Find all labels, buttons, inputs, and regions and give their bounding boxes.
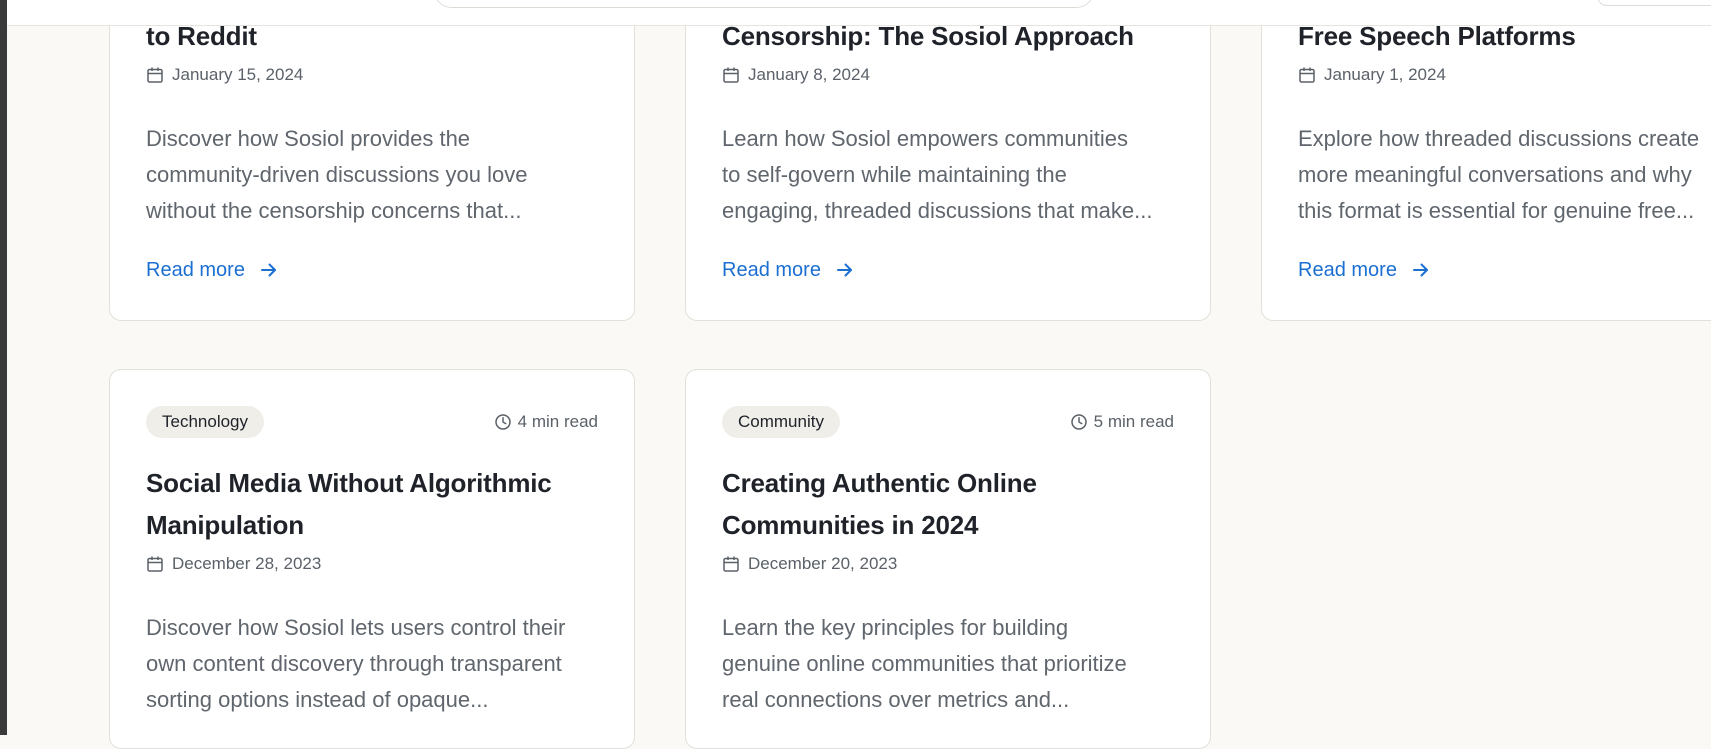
read-more-label[interactable]: Read more xyxy=(1298,259,1397,282)
post-title-line[interactable]: Social Media Without Algorithmic xyxy=(146,462,604,504)
post-date-text: January 1, 2024 xyxy=(1324,65,1446,84)
post-meta: Technology 4 min read xyxy=(146,406,598,438)
arrow-right-icon[interactable] xyxy=(259,260,279,280)
blog-post-card[interactable]: Censorship: The Sosiol Approach January … xyxy=(685,0,1211,321)
excerpt-line: without the censorship concerns that... xyxy=(146,198,522,223)
post-date: December 20, 2023 xyxy=(722,552,897,576)
read-more-label[interactable]: Read more xyxy=(146,259,245,282)
post-title-line[interactable]: Manipulation xyxy=(146,504,604,546)
read-more-link[interactable]: Read more xyxy=(146,255,279,285)
read-more-link[interactable]: Read more xyxy=(722,255,855,285)
post-excerpt: Discover how Sosiol lets users control t… xyxy=(146,610,608,718)
read-time: 4 min read xyxy=(494,406,598,438)
blog-post-card[interactable]: to Reddit January 15, 2024 Discover how … xyxy=(109,0,635,321)
post-meta: Community 5 min read xyxy=(722,406,1174,438)
sticky-header xyxy=(7,0,1711,26)
clock-icon xyxy=(1070,413,1088,431)
post-title-line[interactable]: Communities in 2024 xyxy=(722,504,1180,546)
read-more-link[interactable]: Read more xyxy=(1298,255,1431,285)
excerpt-line: real connections over metrics and... xyxy=(722,687,1070,712)
calendar-icon xyxy=(146,66,164,84)
excerpt-line: community-driven discussions you love xyxy=(146,162,528,187)
post-title-line[interactable]: Creating Authentic Online xyxy=(722,462,1180,504)
read-more-label[interactable]: Read more xyxy=(722,259,821,282)
excerpt-line: engaging, threaded discussions that make… xyxy=(722,198,1153,223)
excerpt-line: Learn how Sosiol empowers communities xyxy=(722,126,1128,151)
search-bar[interactable] xyxy=(433,0,1095,8)
post-date: January 8, 2024 xyxy=(722,63,870,87)
excerpt-line: this format is essential for genuine fre… xyxy=(1298,198,1695,223)
blog-post-card[interactable]: Technology 4 min read Social Media Witho… xyxy=(109,369,635,749)
post-date: January 15, 2024 xyxy=(146,63,303,87)
post-date-text: January 8, 2024 xyxy=(748,65,870,84)
post-excerpt: Learn the key principles for building ge… xyxy=(722,610,1184,718)
read-time-text: 4 min read xyxy=(517,412,598,431)
header-action-button[interactable] xyxy=(1597,0,1711,6)
calendar-icon xyxy=(722,555,740,573)
arrow-right-icon[interactable] xyxy=(1411,260,1431,280)
calendar-icon xyxy=(146,555,164,573)
post-date-text: January 15, 2024 xyxy=(172,65,304,84)
excerpt-line: Discover how Sosiol lets users control t… xyxy=(146,615,566,640)
blog-post-card[interactable]: Community 5 min read Creating Authentic … xyxy=(685,369,1211,749)
read-time-text: 5 min read xyxy=(1093,412,1174,431)
post-date-text: December 20, 2023 xyxy=(748,554,898,573)
arrow-right-icon[interactable] xyxy=(835,260,855,280)
window-left-edge xyxy=(0,0,7,735)
excerpt-line: own content discovery through transparen… xyxy=(146,651,562,676)
post-title[interactable]: Social Media Without Algorithmic Manipul… xyxy=(146,462,604,546)
excerpt-line: Learn the key principles for building xyxy=(722,615,1069,640)
excerpt-line: sorting options instead of opaque... xyxy=(146,687,489,712)
excerpt-line: more meaningful conversations and why xyxy=(1298,162,1692,187)
post-excerpt: Discover how Sosiol provides the communi… xyxy=(146,121,608,229)
calendar-icon xyxy=(1298,66,1316,84)
post-excerpt: Learn how Sosiol empowers communities to… xyxy=(722,121,1184,229)
excerpt-line: Explore how threaded discussions create xyxy=(1298,126,1700,151)
post-date-text: December 28, 2023 xyxy=(172,554,322,573)
read-time: 5 min read xyxy=(1070,406,1174,438)
excerpt-line: to self-govern while maintaining the xyxy=(722,162,1067,187)
post-date: December 28, 2023 xyxy=(146,552,321,576)
post-date: January 1, 2024 xyxy=(1298,63,1446,87)
category-tag[interactable]: Technology xyxy=(146,406,265,438)
category-tag[interactable]: Community xyxy=(722,406,840,438)
blog-post-card[interactable]: Free Speech Platforms January 1, 2024 Ex… xyxy=(1261,0,1711,321)
post-title[interactable]: Creating Authentic Online Communities in… xyxy=(722,462,1180,546)
clock-icon xyxy=(494,413,512,431)
calendar-icon xyxy=(722,66,740,84)
post-excerpt: Explore how threaded discussions create … xyxy=(1298,121,1711,229)
excerpt-line: Discover how Sosiol provides the xyxy=(146,126,471,151)
excerpt-line: genuine online communities that prioriti… xyxy=(722,651,1127,676)
